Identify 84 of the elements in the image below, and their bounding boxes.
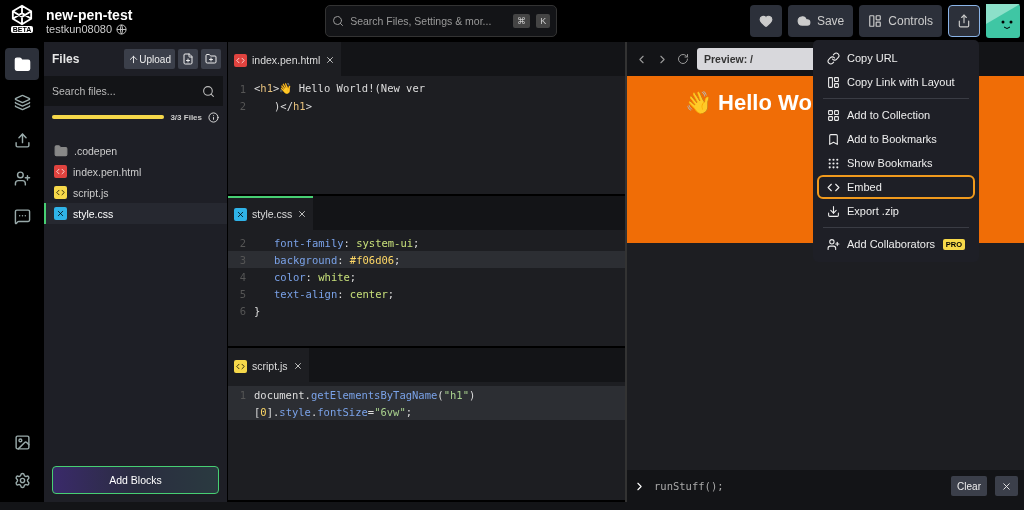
- search-icon: [332, 15, 345, 27]
- globe-icon: [116, 23, 128, 35]
- file-item[interactable]: index.pen.html: [44, 161, 227, 182]
- code-line: text-align: center;: [273, 287, 395, 300]
- search-placeholder: Search Files, Settings & mor...: [350, 15, 493, 27]
- editor-tab[interactable]: style.css: [228, 196, 314, 230]
- clear-button[interactable]: Clear: [951, 476, 987, 496]
- add-blocks-button[interactable]: Add Blocks: [52, 466, 219, 494]
- cloud-icon: [796, 14, 811, 28]
- upload-icon: [13, 131, 31, 149]
- editor-tab[interactable]: index.pen.html: [228, 42, 342, 76]
- layout-button[interactable]: Controls: [859, 5, 942, 37]
- image-icon: [13, 433, 31, 451]
- share-icon: [957, 14, 971, 28]
- layout-icon: [868, 14, 883, 28]
- heart-icon: [758, 14, 773, 28]
- file-item[interactable]: script.js: [44, 182, 227, 203]
- line-number: 2: [239, 99, 246, 112]
- preview-heading: 👋 Hello Wo: [685, 90, 812, 116]
- code-file-icon: [54, 165, 67, 178]
- cube-logo-icon: [11, 4, 33, 26]
- code-line: background: #f06d06;: [273, 253, 401, 266]
- files-title: Files: [52, 52, 80, 66]
- layers-icon: [13, 93, 31, 111]
- link-icon: [827, 51, 840, 65]
- download-icon: [827, 204, 840, 218]
- settings-icon: [13, 471, 31, 489]
- code-line: font-family: system-ui;: [273, 236, 420, 249]
- close-button[interactable]: [995, 476, 1018, 496]
- search-field[interactable]: Search Files, Settings & mor... ⌘ K: [325, 5, 558, 37]
- grid-icon: [827, 108, 840, 122]
- chat-icon: [13, 207, 31, 225]
- dots-grid-icon: [827, 156, 840, 170]
- new-file-button[interactable]: [178, 49, 198, 69]
- folder-icon: [13, 55, 31, 73]
- reload-icon[interactable]: [677, 53, 689, 65]
- user-plus-icon: [827, 237, 840, 251]
- close-icon[interactable]: [297, 209, 308, 219]
- code-file-icon: [234, 53, 247, 67]
- user-plus-icon: [13, 169, 31, 187]
- code-line: <h1>👋 Hello World!(New ver: [254, 82, 426, 95]
- search-icon: [202, 84, 215, 98]
- line-number: 5: [239, 287, 246, 300]
- menu-item[interactable]: Copy Link with Layout: [817, 70, 975, 94]
- layout-icon: [827, 75, 840, 89]
- info-icon: [208, 111, 219, 123]
- console-input[interactable]: runStuff();: [654, 480, 944, 492]
- code-line: )</h1>: [273, 99, 312, 112]
- shortcut-key: ⌘: [513, 14, 531, 28]
- code-line: color: white;: [273, 270, 357, 283]
- close-icon[interactable]: [292, 361, 303, 371]
- arrow-up-icon: [128, 53, 140, 65]
- menu-item[interactable]: Export .zip: [817, 199, 975, 223]
- username[interactable]: testkun08080: [46, 23, 113, 35]
- heart-button[interactable]: [749, 5, 782, 37]
- menu-item[interactable]: Show Bookmarks: [817, 151, 975, 175]
- folder-icon: [54, 143, 68, 158]
- line-number: 1: [239, 82, 246, 95]
- close-icon: [1001, 480, 1012, 492]
- file-item[interactable]: .codepen: [44, 140, 227, 161]
- close-icon[interactable]: [325, 55, 336, 65]
- menu-item[interactable]: Embed: [817, 175, 975, 199]
- new-folder-button[interactable]: [201, 49, 221, 69]
- menu-item[interactable]: Add to Bookmarks: [817, 127, 975, 151]
- editor-tab[interactable]: script.js: [228, 348, 309, 382]
- upload-button[interactable]: Upload: [124, 49, 175, 69]
- code-line: document.getElementsByTagName("h1"): [254, 388, 476, 401]
- avatar-icon[interactable]: [986, 4, 1020, 38]
- code-line: [0].style.fontSize="6vw";: [254, 405, 413, 418]
- file-plus-icon: [182, 53, 194, 65]
- file-search-field[interactable]: Search files...: [44, 76, 223, 106]
- code-line: }: [254, 304, 261, 317]
- share-button[interactable]: [948, 5, 980, 37]
- line-number: 4: [239, 270, 246, 283]
- menu-item[interactable]: Add to Collection: [817, 103, 975, 127]
- pen-title: new-pen-test: [46, 7, 133, 23]
- folder-plus-icon: [205, 53, 217, 65]
- line-number: 2: [239, 236, 246, 249]
- file-count: 3/3 Files: [170, 112, 202, 122]
- bookmark-icon: [827, 132, 840, 146]
- shortcut-key: K: [536, 14, 551, 28]
- folder-rail-button[interactable]: [5, 48, 39, 80]
- cloud-button[interactable]: Save: [787, 5, 854, 37]
- file-item[interactable]: style.css: [44, 203, 227, 224]
